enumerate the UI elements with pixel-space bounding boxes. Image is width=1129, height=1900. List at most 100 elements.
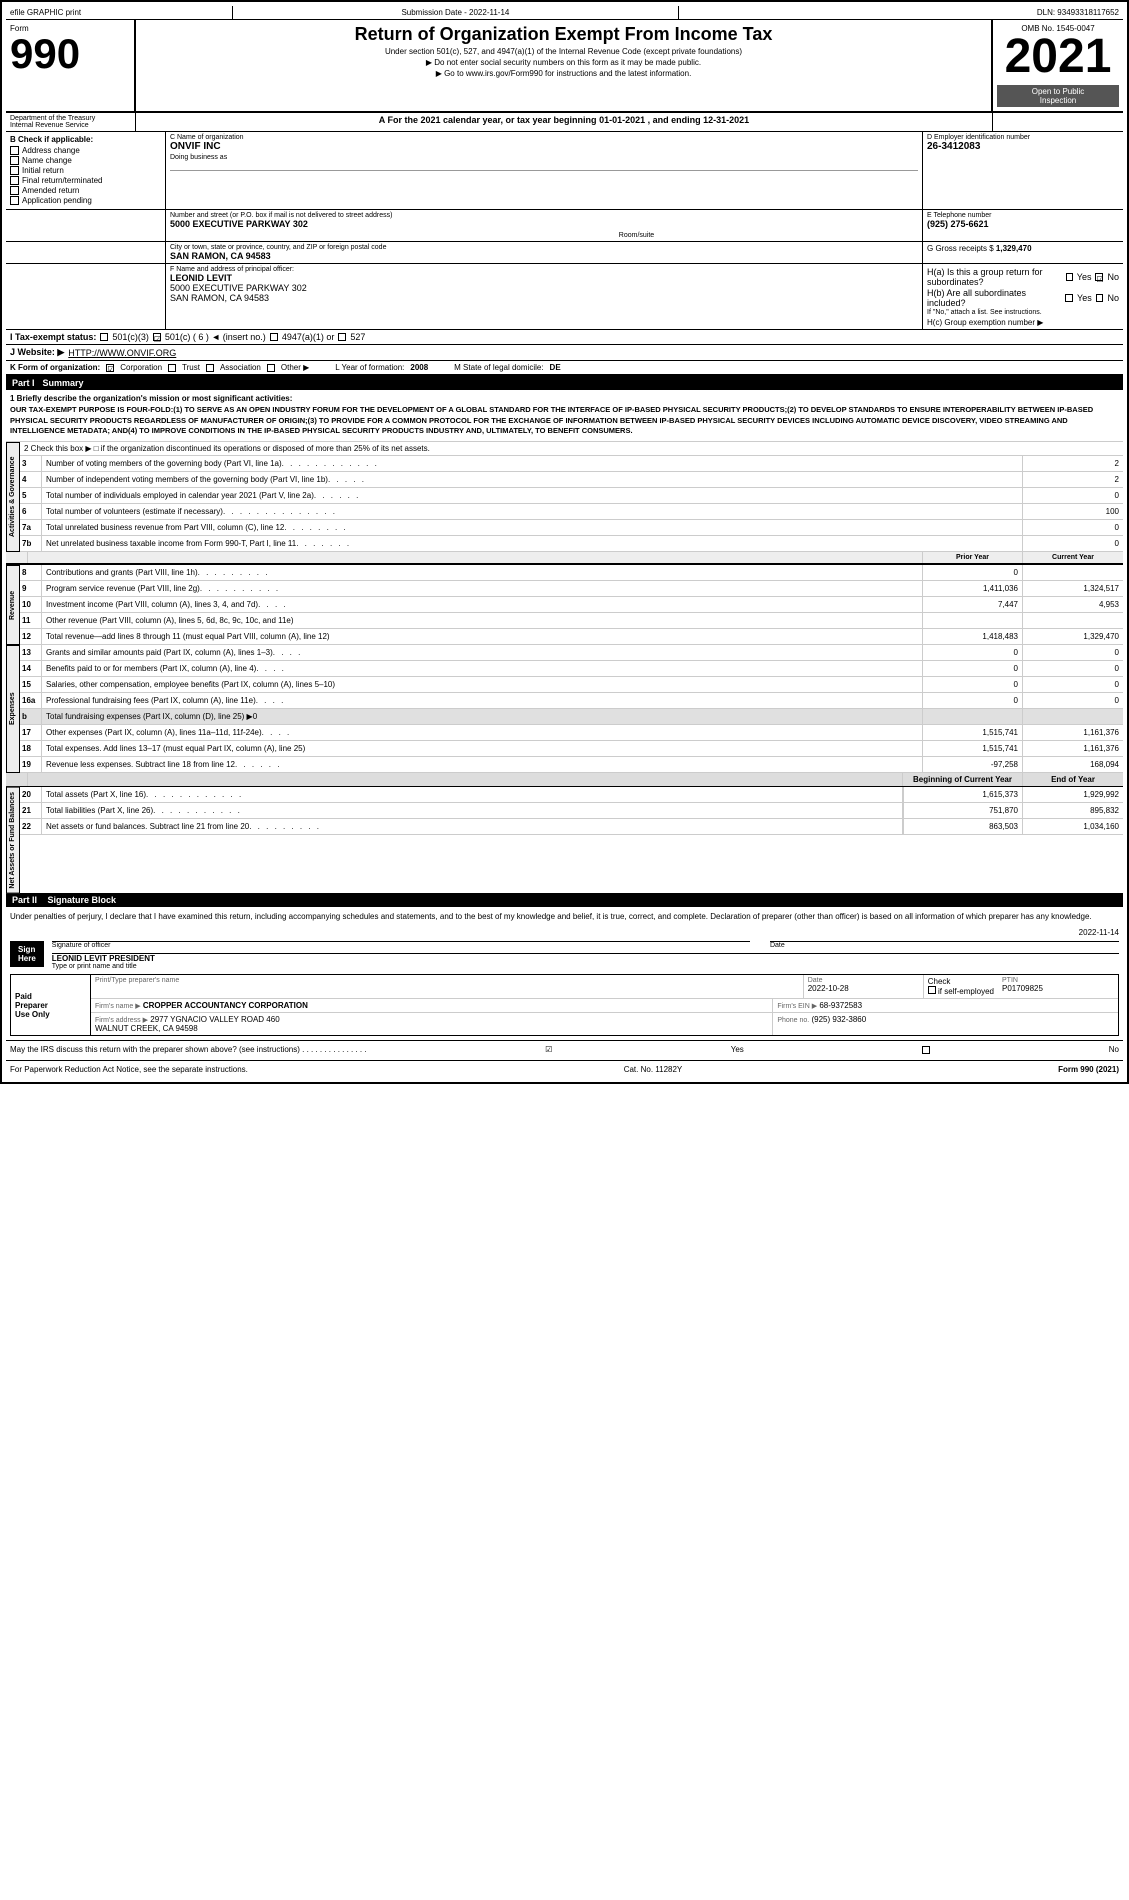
city-spacer bbox=[6, 242, 166, 263]
corporation-checkbox[interactable] bbox=[106, 364, 114, 372]
check-applicable-section: B Check if applicable: Address change Na… bbox=[6, 132, 1123, 210]
dba-label: Doing business as bbox=[170, 154, 918, 161]
line17-prior: 1,515,741 bbox=[923, 725, 1023, 740]
check-final-return[interactable]: Final return/terminated bbox=[10, 176, 161, 185]
line18-current: 1,161,376 bbox=[1023, 741, 1123, 756]
line8-row: 8 Contributions and grants (Part VIII, l… bbox=[20, 565, 1123, 581]
sig-signature-field[interactable]: Signature of officer bbox=[52, 941, 750, 949]
line13-desc: Grants and similar amounts paid (Part IX… bbox=[42, 645, 923, 660]
line18-desc: Total expenses. Add lines 13–17 (must eq… bbox=[42, 741, 923, 756]
address-change-checkbox[interactable] bbox=[10, 146, 19, 155]
phone-value: (925) 275-6621 bbox=[927, 219, 1119, 229]
irs-no-checkbox[interactable] bbox=[922, 1046, 930, 1054]
check-name-change[interactable]: Name change bbox=[10, 156, 161, 165]
net-assets-col-headers: Beginning of Current Year End of Year bbox=[6, 773, 1123, 787]
association-label: Association bbox=[220, 363, 261, 372]
self-employed-checkbox[interactable] bbox=[928, 986, 936, 994]
other-org-label: Other ▶ bbox=[281, 363, 309, 372]
line7a-desc: Total unrelated business revenue from Pa… bbox=[42, 520, 1023, 535]
line16a-current: 0 bbox=[1023, 693, 1123, 708]
revenue-col-headers: Prior Year Current Year bbox=[6, 552, 1123, 565]
application-pending-label: Application pending bbox=[22, 196, 92, 205]
city-label: City or town, state or province, country… bbox=[170, 244, 918, 251]
expenses-content: 13 Grants and similar amounts paid (Part… bbox=[20, 645, 1123, 773]
line6-num: 6 bbox=[20, 504, 42, 519]
line22-num: 22 bbox=[20, 819, 42, 834]
line6-desc: Total number of volunteers (estimate if … bbox=[42, 504, 1023, 519]
amended-return-checkbox[interactable] bbox=[10, 186, 19, 195]
association-checkbox[interactable] bbox=[206, 364, 214, 372]
na-num-header bbox=[6, 773, 28, 786]
pp-firm-name-label: Firm's name ▶ bbox=[95, 1003, 141, 1010]
other-checkbox[interactable] bbox=[267, 364, 275, 372]
line9-row: 9 Program service revenue (Part VIII, li… bbox=[20, 581, 1123, 597]
group-return: H(a) Is this a group return for subordin… bbox=[923, 264, 1123, 329]
hb-no-checkbox[interactable] bbox=[1096, 294, 1104, 302]
ha-yes-label: Yes bbox=[1077, 272, 1092, 282]
hb-note: If "No," attach a list. See instructions… bbox=[927, 309, 1119, 316]
name-change-checkbox[interactable] bbox=[10, 156, 19, 165]
line3-row: 3 Number of voting members of the govern… bbox=[20, 456, 1123, 472]
527-checkbox[interactable] bbox=[338, 333, 346, 341]
line5-desc: Total number of individuals employed in … bbox=[42, 488, 1023, 503]
check-initial-return[interactable]: Initial return bbox=[10, 166, 161, 175]
line4-num: 4 bbox=[20, 472, 42, 487]
501c3-checkbox[interactable] bbox=[100, 333, 108, 341]
initial-return-checkbox[interactable] bbox=[10, 166, 19, 175]
sig-area: SignHere Signature of officer Date LEONI… bbox=[10, 941, 1119, 970]
address-change-label: Address change bbox=[22, 146, 80, 155]
check-address-change[interactable]: Address change bbox=[10, 146, 161, 155]
pp-firm-ein-label: Firm's EIN ▶ bbox=[777, 1003, 817, 1010]
501c6-checkbox[interactable] bbox=[153, 333, 161, 341]
line13-row: 13 Grants and similar amounts paid (Part… bbox=[20, 645, 1123, 661]
line12-current: 1,329,470 bbox=[1023, 629, 1123, 644]
line5-num: 5 bbox=[20, 488, 42, 503]
paid-preparer-section: PaidPreparerUse Only Print/Type preparer… bbox=[10, 974, 1119, 1036]
ha-no-checkbox[interactable] bbox=[1095, 273, 1103, 281]
footer-irs: May the IRS discuss this return with the… bbox=[6, 1040, 1123, 1058]
line10-row: 10 Investment income (Part VIII, column … bbox=[20, 597, 1123, 613]
footer-row: For Paperwork Reduction Act Notice, see … bbox=[6, 1060, 1123, 1078]
application-pending-checkbox[interactable] bbox=[10, 196, 19, 205]
line6-row: 6 Total number of volunteers (estimate i… bbox=[20, 504, 1123, 520]
ha-yes-checkbox[interactable] bbox=[1066, 273, 1073, 281]
pp-firm-address-label: Firm's address ▶ bbox=[95, 1017, 148, 1024]
paid-preparer-label: PaidPreparerUse Only bbox=[11, 975, 91, 1035]
line3-val bbox=[1023, 456, 1073, 471]
officer-name-value: LEONID LEVIT PRESIDENT bbox=[52, 954, 1119, 963]
hb-yes-checkbox[interactable] bbox=[1065, 294, 1073, 302]
line17-row: 17 Other expenses (Part IX, column (A), … bbox=[20, 725, 1123, 741]
trust-checkbox[interactable] bbox=[168, 364, 176, 372]
final-return-label: Final return/terminated bbox=[22, 176, 102, 185]
org-name-label: C Name of organization bbox=[170, 134, 918, 141]
pp-firm-address-field: Firm's address ▶ 2977 YGNACIO VALLEY ROA… bbox=[91, 1013, 773, 1035]
check-boxes: B Check if applicable: Address change Na… bbox=[6, 132, 166, 209]
4947a1-checkbox[interactable] bbox=[270, 333, 278, 341]
line4-right: 2 bbox=[1073, 472, 1123, 487]
website-section: J Website: ▶ HTTP://WWW.ONVIF.ORG bbox=[6, 345, 1123, 361]
state-domicile-label: M State of legal domicile: bbox=[454, 363, 543, 372]
line11-prior bbox=[923, 613, 1023, 628]
sig-date-label: Date bbox=[770, 942, 1119, 949]
line3-desc: Number of voting members of the governin… bbox=[42, 456, 1023, 471]
gross-right: G Gross receipts $ 1,329,470 bbox=[923, 242, 1123, 263]
line19-row: 19 Revenue less expenses. Subtract line … bbox=[20, 757, 1123, 773]
pp-ptin-value: P01709825 bbox=[1002, 984, 1114, 993]
form-org-section: K Form of organization: Corporation Trus… bbox=[6, 361, 1123, 376]
527-label: 527 bbox=[350, 332, 365, 342]
line15-desc: Salaries, other compensation, employee b… bbox=[42, 677, 923, 692]
line19-current: 168,094 bbox=[1023, 757, 1123, 772]
sig-declaration: Under penalties of perjury, I declare th… bbox=[10, 911, 1119, 922]
amended-return-label: Amended return bbox=[22, 186, 79, 195]
final-return-checkbox[interactable] bbox=[10, 176, 19, 185]
website-label: J Website: ▶ bbox=[10, 347, 64, 358]
hb-no-label: No bbox=[1107, 293, 1119, 303]
tax-status-section: I Tax-exempt status: 501(c)(3) 501(c) ( … bbox=[6, 330, 1123, 345]
sig-date-display: 2022-11-14 bbox=[10, 928, 1119, 937]
check-amended-return[interactable]: Amended return bbox=[10, 186, 161, 195]
website-url[interactable]: HTTP://WWW.ONVIF.ORG bbox=[68, 348, 176, 358]
principal-name: LEONID LEVIT bbox=[170, 273, 918, 283]
line22-desc: Net assets or fund balances. Subtract li… bbox=[42, 819, 903, 834]
sig-line1: Signature of officer Date bbox=[52, 941, 1119, 949]
check-application-pending[interactable]: Application pending bbox=[10, 196, 161, 205]
